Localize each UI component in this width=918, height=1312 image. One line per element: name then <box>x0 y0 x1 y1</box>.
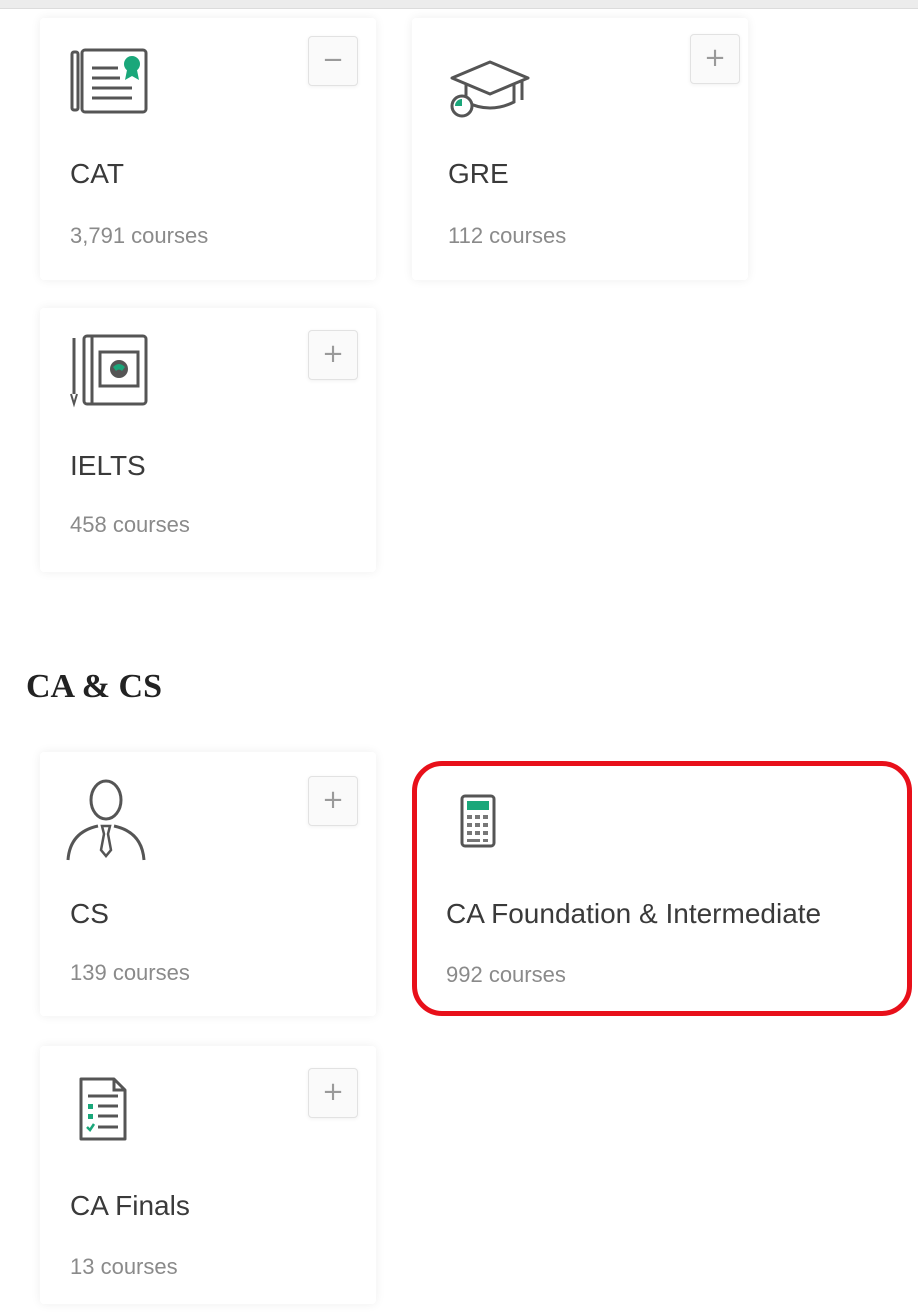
category-card-ielts[interactable]: IELTS 458 courses + <box>40 308 376 572</box>
card-course-count: 992 courses <box>446 962 566 987</box>
section-heading-ca-cs: CA & CS <box>26 668 163 705</box>
card-course-count: 13 courses <box>70 1254 178 1279</box>
card-title: CA Foundation & Intermediate <box>446 898 822 929</box>
expand-button[interactable]: + <box>308 330 358 380</box>
card-course-count: 139 courses <box>70 960 190 985</box>
card-course-count: 112 courses <box>448 223 567 248</box>
top-divider <box>0 0 918 9</box>
checklist-icon <box>78 1076 128 1147</box>
card-course-count: 458 courses <box>70 512 190 537</box>
card-course-count: 3,791 courses <box>70 223 209 248</box>
person-tie-icon <box>64 776 148 869</box>
calculator-icon <box>460 794 496 853</box>
certificate-icon <box>70 46 150 121</box>
category-card-gre[interactable]: GRE 112 courses + <box>412 18 748 280</box>
category-card-ca-foundation[interactable]: CA Foundation & Intermediate 992 courses <box>418 766 906 1010</box>
card-title: IELTS <box>70 450 146 481</box>
graduation-cap-icon <box>448 58 532 125</box>
notebook-globe-icon <box>70 330 150 415</box>
category-card-ca-finals[interactable]: CA Finals 13 courses + <box>40 1046 376 1304</box>
card-title: CAT <box>70 158 124 189</box>
card-title: GRE <box>448 158 509 189</box>
collapse-button[interactable]: − <box>308 36 358 86</box>
category-card-cat[interactable]: CAT 3,791 courses − <box>40 18 376 280</box>
expand-button[interactable]: + <box>308 1068 358 1118</box>
category-card-cs[interactable]: CS 139 courses + <box>40 752 376 1016</box>
expand-button[interactable]: + <box>690 34 740 84</box>
expand-button[interactable]: + <box>308 776 358 826</box>
card-title: CS <box>70 898 109 929</box>
card-title: CA Finals <box>70 1190 190 1221</box>
